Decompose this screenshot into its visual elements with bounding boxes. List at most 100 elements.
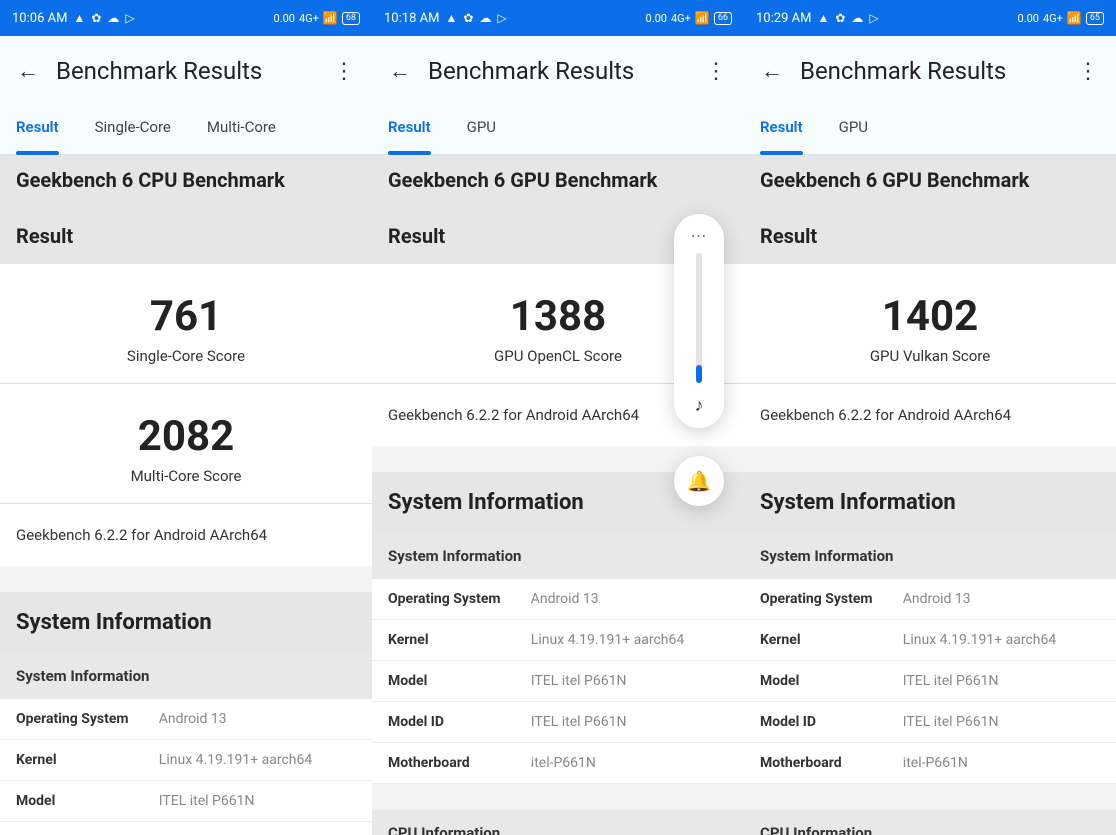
tab-bar: Result GPU — [372, 106, 744, 154]
app-bar: ← Benchmark Results ⋮ — [0, 36, 372, 106]
tab-gpu[interactable]: GPU — [839, 106, 886, 154]
score-label: Multi-Core Score — [0, 467, 372, 485]
net-speed: 0.00 — [1018, 12, 1039, 25]
system-info-heading: System Information — [0, 592, 372, 653]
signal-label: 4G+ — [299, 12, 319, 25]
screen-cpu: 10:06 AM ▲ ✿ ☁ ▷ 0.00 4G+ 📶 68 ← Benchma… — [0, 0, 372, 835]
score-single: 761 Single-Core Score — [0, 264, 372, 383]
score-multi: 2082 Multi-Core Score — [0, 384, 372, 503]
table-row: Operating SystemAndroid 13 — [744, 579, 1116, 620]
volume-more-icon[interactable]: ⋯ — [691, 226, 708, 245]
table-row: ModelITEL itel P661N — [0, 781, 372, 822]
score-value: 2082 — [0, 412, 372, 461]
back-button[interactable]: ← — [388, 59, 412, 83]
signal-icon: 📶 — [1067, 11, 1082, 25]
table-row: Operating SystemAndroid 13 — [372, 579, 744, 620]
system-info-subhead: System Information — [372, 533, 744, 579]
signal-icon: 📶 — [695, 11, 710, 25]
score-value: 1402 — [744, 292, 1116, 341]
score-label: Single-Core Score — [0, 347, 372, 365]
benchmark-heading: Geekbench 6 GPU Benchmark — [372, 154, 744, 206]
table-row: KernelLinux 4.19.191+ aarch64 — [0, 740, 372, 781]
table-row: ModelITEL itel P661N — [744, 661, 1116, 702]
signal-label: 4G+ — [1043, 12, 1063, 25]
signal-icon: 📶 — [323, 11, 338, 25]
version-text: Geekbench 6.2.2 for Android AArch64 — [0, 504, 372, 566]
cpu-info-subhead: CPU Information — [372, 810, 744, 835]
battery-icon: 65 — [1086, 12, 1104, 25]
signal-label: 4G+ — [671, 12, 691, 25]
app-bar: ← Benchmark Results ⋮ — [744, 36, 1116, 106]
tab-single-core[interactable]: Single-Core — [95, 106, 189, 154]
table-row: Motherboarditel-P661N — [372, 743, 744, 784]
tab-gpu[interactable]: GPU — [467, 106, 514, 154]
benchmark-heading: Geekbench 6 GPU Benchmark — [744, 154, 1116, 206]
music-note-icon[interactable]: ♪ — [695, 395, 704, 416]
status-time: 10:06 AM — [12, 11, 67, 26]
settings-icon: ✿ — [835, 11, 845, 25]
battery-icon: 66 — [714, 12, 732, 25]
content-area[interactable]: Geekbench 6 CPU Benchmark Result 761 Sin… — [0, 154, 372, 835]
back-button[interactable]: ← — [760, 59, 784, 83]
table-row: ModelITEL itel P661N — [372, 661, 744, 702]
screen-gpu-vulkan: 10:29 AM ▲ ✿ ☁ ▷ 0.00 4G+ 📶 65 ← Benchma… — [744, 0, 1116, 835]
result-subheading: Result — [0, 206, 372, 264]
result-subheading: Result — [744, 206, 1116, 264]
score-value: 761 — [0, 292, 372, 341]
play-icon: ▷ — [869, 11, 878, 25]
net-speed: 0.00 — [274, 12, 295, 25]
back-button[interactable]: ← — [16, 59, 40, 83]
content-area[interactable]: Geekbench 6 GPU Benchmark Result 1402 GP… — [744, 154, 1116, 835]
table-row: KernelLinux 4.19.191+ aarch64 — [372, 620, 744, 661]
score-gpu: 1402 GPU Vulkan Score — [744, 264, 1116, 383]
status-time: 10:29 AM — [756, 11, 811, 26]
more-menu-button[interactable]: ⋮ — [1076, 59, 1100, 83]
play-icon: ▷ — [497, 11, 506, 25]
version-text: Geekbench 6.2.2 for Android AArch64 — [744, 384, 1116, 446]
warning-icon: ▲ — [817, 11, 829, 25]
status-bar: 10:06 AM ▲ ✿ ☁ ▷ 0.00 4G+ 📶 68 — [0, 0, 372, 36]
table-row: Model IDITEL itel P661N — [0, 822, 372, 835]
status-bar: 10:29 AM ▲ ✿ ☁ ▷ 0.00 4G+ 📶 65 — [744, 0, 1116, 36]
tab-bar: Result GPU — [744, 106, 1116, 154]
tab-result[interactable]: Result — [388, 106, 449, 154]
tab-result[interactable]: Result — [16, 106, 77, 154]
table-row: Operating SystemAndroid 13 — [0, 699, 372, 740]
tab-result[interactable]: Result — [760, 106, 821, 154]
tab-multi-core[interactable]: Multi-Core — [207, 106, 294, 154]
more-menu-button[interactable]: ⋮ — [704, 59, 728, 83]
settings-icon: ✿ — [91, 11, 101, 25]
screen-gpu-opencl: 10:18 AM ▲ ✿ ☁ ▷ 0.00 4G+ 📶 66 ← Benchma… — [372, 0, 744, 835]
system-info-subhead: System Information — [0, 653, 372, 699]
cloud-icon: ☁ — [107, 11, 119, 25]
bell-icon: 🔔 — [687, 469, 712, 493]
volume-track[interactable] — [696, 253, 702, 383]
table-row: Model IDITEL itel P661N — [372, 702, 744, 743]
cpu-info-subhead: CPU Information — [744, 810, 1116, 835]
battery-icon: 68 — [342, 12, 360, 25]
cloud-icon: ☁ — [479, 11, 491, 25]
page-title: Benchmark Results — [800, 57, 1076, 85]
page-title: Benchmark Results — [428, 57, 704, 85]
settings-icon: ✿ — [463, 11, 473, 25]
page-title: Benchmark Results — [56, 57, 332, 85]
cloud-icon: ☁ — [851, 11, 863, 25]
volume-fill — [696, 365, 702, 383]
table-row: KernelLinux 4.19.191+ aarch64 — [744, 620, 1116, 661]
play-icon: ▷ — [125, 11, 134, 25]
table-row: Motherboarditel-P661N — [744, 743, 1116, 784]
status-time: 10:18 AM — [384, 11, 439, 26]
score-label: GPU Vulkan Score — [744, 347, 1116, 365]
net-speed: 0.00 — [646, 12, 667, 25]
more-menu-button[interactable]: ⋮ — [332, 59, 356, 83]
benchmark-heading: Geekbench 6 CPU Benchmark — [0, 154, 372, 206]
warning-icon: ▲ — [73, 11, 85, 25]
app-bar: ← Benchmark Results ⋮ — [372, 36, 744, 106]
table-row: Model IDITEL itel P661N — [744, 702, 1116, 743]
volume-slider[interactable]: ⋯ ♪ — [674, 214, 724, 428]
system-info-heading: System Information — [744, 472, 1116, 533]
tab-bar: Result Single-Core Multi-Core — [0, 106, 372, 154]
notification-button[interactable]: 🔔 — [674, 456, 724, 506]
status-bar: 10:18 AM ▲ ✿ ☁ ▷ 0.00 4G+ 📶 66 — [372, 0, 744, 36]
warning-icon: ▲ — [445, 11, 457, 25]
